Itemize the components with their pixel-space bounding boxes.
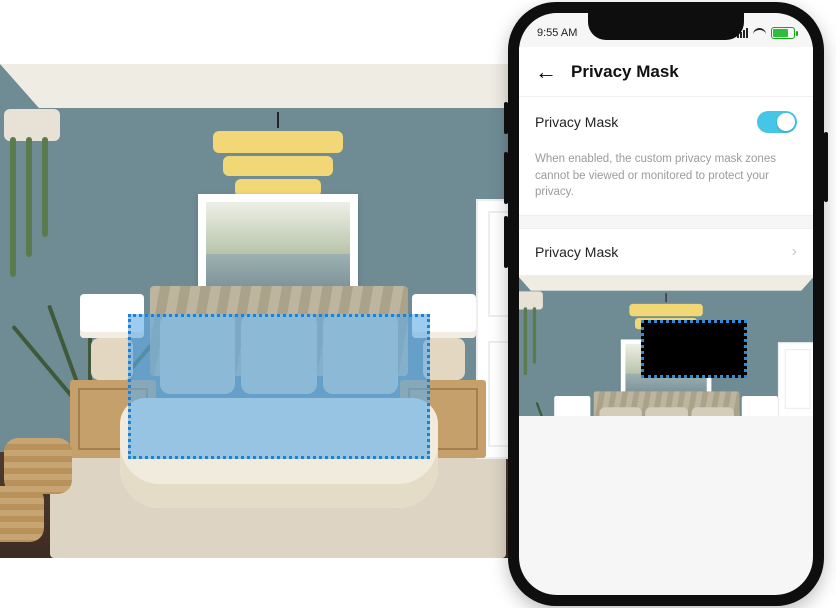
title-bar: ← Privacy Mask	[519, 47, 813, 97]
ceiling	[0, 64, 556, 108]
side-button	[504, 102, 508, 134]
wifi-icon	[753, 28, 766, 38]
toggle-label: Privacy Mask	[535, 114, 618, 130]
toggle-row: Privacy Mask	[519, 97, 813, 147]
toggle-description: When enabled, the custom privacy mask zo…	[519, 147, 813, 216]
nav-label: Privacy Mask	[535, 244, 618, 260]
privacy-mask-selection[interactable]	[128, 314, 430, 459]
side-button	[504, 152, 508, 204]
camera-preview[interactable]	[519, 276, 813, 416]
chevron-right-icon: ›	[792, 243, 797, 261]
privacy-mask-nav-row[interactable]: Privacy Mask ›	[519, 228, 813, 276]
privacy-mask-toggle[interactable]	[757, 111, 797, 133]
phone-frame: 9:55 AM ← Privacy Mask Privacy Mask When…	[508, 2, 824, 606]
status-time: 9:55 AM	[537, 27, 577, 39]
pouf	[0, 486, 44, 542]
phone-screen: 9:55 AM ← Privacy Mask Privacy Mask When…	[519, 13, 813, 595]
back-button[interactable]: ←	[535, 61, 557, 83]
applied-mask-zone[interactable]	[641, 320, 747, 378]
side-button	[504, 216, 508, 268]
section-spacer	[519, 216, 813, 228]
battery-icon	[771, 27, 795, 39]
hanging-plant	[0, 109, 64, 279]
notch	[588, 13, 744, 40]
page-title: Privacy Mask	[571, 62, 679, 82]
side-button	[824, 132, 828, 202]
camera-scene	[0, 64, 556, 558]
